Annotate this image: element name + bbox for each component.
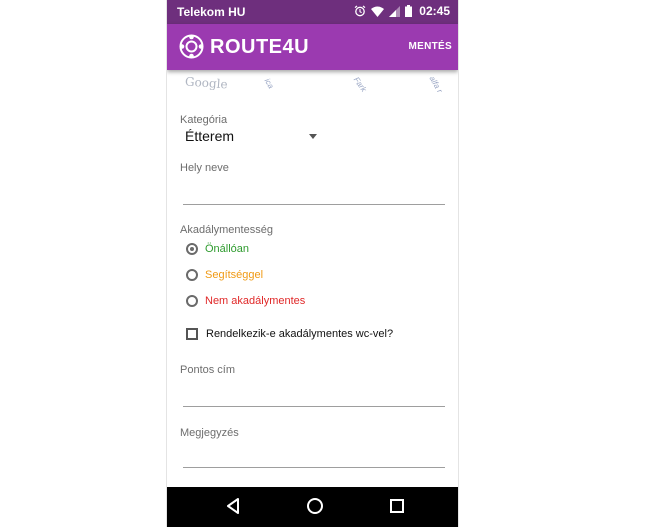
route4u-logo-icon [179, 34, 204, 59]
battery-icon [405, 5, 413, 17]
phone-screen: Telekom HU 02:45 ROUTE4U MENTÉS Google i… [166, 0, 459, 527]
app-title: ROUTE4U [210, 36, 310, 58]
wifi-icon [371, 6, 385, 17]
note-label: Megjegyzés [180, 427, 239, 439]
category-dropdown[interactable]: Étterem [185, 128, 234, 144]
radio-option-assisted[interactable]: Segítséggel [186, 269, 263, 281]
exact-address-label: Pontos cím [180, 364, 236, 376]
google-watermark: Google [184, 74, 229, 92]
recents-icon[interactable] [389, 497, 405, 515]
place-name-label: Hely neve [180, 162, 229, 174]
wc-checkbox[interactable] [186, 328, 198, 340]
radio-option-not-accessible[interactable]: Nem akadálymentes [186, 295, 305, 307]
wc-checkbox-row[interactable]: Rendelkezik-e akadálymentes wc-vel? [186, 328, 393, 340]
back-icon[interactable] [225, 497, 241, 515]
status-icons: 02:45 [354, 4, 450, 18]
category-label: Kategória [180, 114, 228, 126]
radio-label: Segítséggel [205, 269, 264, 281]
radio-button[interactable] [186, 243, 198, 255]
navigation-bar [167, 487, 458, 527]
save-button[interactable]: MENTÉS [409, 41, 452, 52]
signal-icon [389, 5, 401, 17]
radio-label: Nem akadálymentes [205, 295, 306, 307]
wc-checkbox-label: Rendelkezik-e akadálymentes wc-vel? [206, 328, 394, 340]
carrier-name: Telekom HU [177, 5, 246, 19]
app-bar: ROUTE4U MENTÉS [167, 24, 458, 70]
place-name-input[interactable] [183, 204, 445, 205]
status-bar: Telekom HU 02:45 [167, 0, 458, 24]
radio-button[interactable] [186, 295, 198, 307]
exact-address-input[interactable] [183, 406, 445, 407]
note-input[interactable] [183, 467, 445, 468]
accessibility-label: Akadálymentesség [180, 224, 273, 236]
clock: 02:45 [419, 4, 450, 18]
radio-button[interactable] [186, 269, 198, 281]
alarm-icon [354, 5, 366, 17]
home-icon[interactable] [306, 497, 324, 515]
radio-option-independent[interactable]: Önállóan [186, 243, 249, 255]
dropdown-arrow-icon[interactable] [309, 134, 317, 139]
radio-label: Önállóan [205, 243, 250, 255]
